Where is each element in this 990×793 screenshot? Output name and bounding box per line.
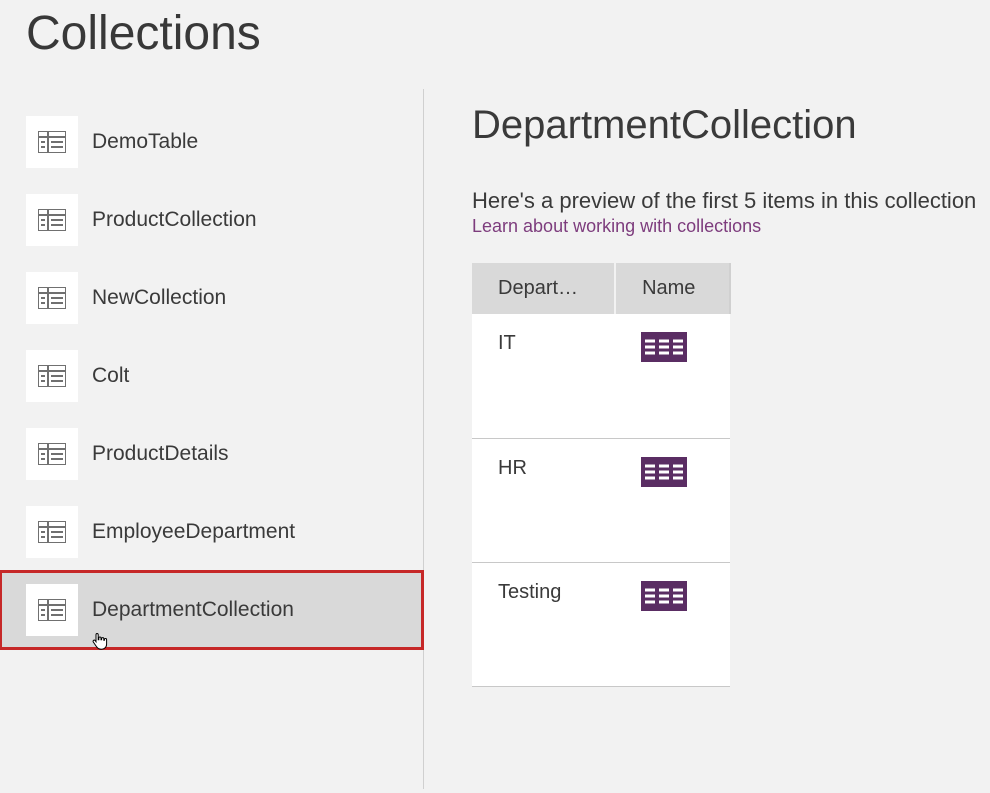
cell-department: IT <box>472 314 615 438</box>
collection-item-label: EmployeeDepartment <box>92 520 295 544</box>
table-icon <box>26 194 78 246</box>
collection-item[interactable]: ProductDetails <box>0 415 423 493</box>
collections-list: DemoTable ProductCollection NewCollection C… <box>0 89 424 789</box>
collection-item[interactable]: ProductCollection <box>0 181 423 259</box>
table-icon <box>26 272 78 324</box>
collection-item-label: Colt <box>92 364 129 388</box>
collection-item-label: DemoTable <box>92 130 198 154</box>
table-icon <box>26 350 78 402</box>
collection-item[interactable]: NewCollection <box>0 259 423 337</box>
table-row[interactable]: IT <box>472 314 730 438</box>
table-icon <box>26 428 78 480</box>
learn-link[interactable]: Learn about working with collections <box>472 216 761 237</box>
preview-tbody: ITHRTesting <box>472 314 730 686</box>
detail-panel: DepartmentCollection Here's a preview of… <box>424 89 990 789</box>
preview-table: Depart… Name ITHRTesting <box>472 263 731 687</box>
collection-item-label: ProductCollection <box>92 208 257 232</box>
nested-table-icon[interactable] <box>641 332 687 368</box>
collection-item[interactable]: DepartmentCollection <box>0 571 423 649</box>
collection-item[interactable]: EmployeeDepartment <box>0 493 423 571</box>
nested-table-icon[interactable] <box>641 457 687 493</box>
table-icon <box>26 506 78 558</box>
column-header-department[interactable]: Depart… <box>472 263 615 314</box>
table-row[interactable]: Testing <box>472 562 730 686</box>
page-title: Collections <box>26 6 990 61</box>
collection-item[interactable]: Colt <box>0 337 423 415</box>
table-icon <box>26 584 78 636</box>
cell-name[interactable] <box>615 562 730 686</box>
nested-table-icon[interactable] <box>641 581 687 617</box>
cell-department: HR <box>472 438 615 562</box>
table-icon <box>26 116 78 168</box>
detail-title: DepartmentCollection <box>472 103 990 148</box>
collection-item-label: NewCollection <box>92 286 226 310</box>
collection-item-label: DepartmentCollection <box>92 598 294 622</box>
collection-item-label: ProductDetails <box>92 442 229 466</box>
column-header-name[interactable]: Name <box>615 263 730 314</box>
preview-text: Here's a preview of the first 5 items in… <box>472 188 990 214</box>
table-row[interactable]: HR <box>472 438 730 562</box>
cell-department: Testing <box>472 562 615 686</box>
collection-item[interactable]: DemoTable <box>0 103 423 181</box>
cell-name[interactable] <box>615 314 730 438</box>
cell-name[interactable] <box>615 438 730 562</box>
